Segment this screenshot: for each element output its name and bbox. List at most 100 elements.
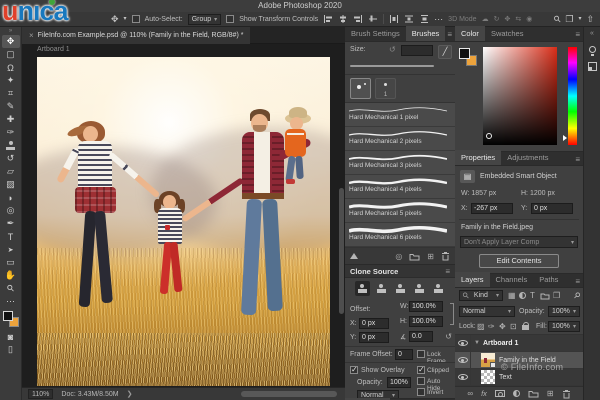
- history-brush-tool[interactable]: ↺: [2, 152, 20, 165]
- opacity-dropdown[interactable]: 100%▾: [548, 306, 580, 317]
- filter-adjustment-icon[interactable]: [519, 292, 526, 299]
- type-tool[interactable]: T: [2, 230, 20, 243]
- toolbar-collapse-icon[interactable]: »: [9, 28, 12, 35]
- align-center-icon[interactable]: [338, 14, 348, 24]
- foreground-color-swatch[interactable]: [3, 311, 13, 321]
- workspace-caret-icon[interactable]: ▾: [578, 14, 581, 24]
- layer-thumbnail[interactable]: [481, 353, 495, 367]
- learn-lightbulb-icon[interactable]: [589, 46, 596, 53]
- tab-brush-settings[interactable]: Brush Settings: [345, 26, 406, 41]
- color-picker-cursor[interactable]: [486, 133, 492, 139]
- fill-dropdown[interactable]: 100%▾: [548, 321, 580, 332]
- tab-swatches[interactable]: Swatches: [485, 26, 530, 41]
- auto-select-dropdown[interactable]: Group▾: [188, 14, 221, 25]
- move-tool-icon[interactable]: ✥: [111, 14, 119, 24]
- lock-position-icon[interactable]: ✥: [499, 322, 506, 331]
- panel-menu-icon[interactable]: ≡: [575, 30, 580, 39]
- expand-dock-icon[interactable]: «: [590, 30, 594, 37]
- filter-shape-icon[interactable]: [540, 292, 550, 300]
- visibility-toggle[interactable]: [455, 335, 471, 351]
- layer-filter-kind-dropdown[interactable]: ⚲Kind▾: [459, 290, 503, 301]
- tab-adjustments[interactable]: Adjustments: [501, 150, 554, 165]
- clone-y-input[interactable]: [359, 332, 389, 343]
- crop-tool[interactable]: ⌗: [2, 87, 20, 100]
- share-icon[interactable]: ⇧: [586, 14, 594, 24]
- tab-channels[interactable]: Channels: [490, 272, 534, 287]
- quick-selection-tool[interactable]: ✦: [2, 74, 20, 87]
- new-group-folder-icon[interactable]: [409, 252, 420, 261]
- dodge-tool[interactable]: ◎: [2, 204, 20, 217]
- quick-mask-icon[interactable]: ◙: [2, 330, 20, 343]
- filter-type-icon[interactable]: T: [530, 291, 535, 300]
- color-swatches-widget[interactable]: [3, 311, 19, 327]
- layer-row-artboard[interactable]: ▼ Artboard 1: [455, 335, 583, 352]
- brush-preview-toggle-icon[interactable]: ╱: [438, 45, 452, 59]
- show-overlay-checkbox[interactable]: [350, 366, 358, 374]
- canvas-vertical-scrollbar[interactable]: [339, 74, 344, 374]
- status-chevron-icon[interactable]: ❯: [127, 390, 133, 398]
- brush-tip-thumbnail[interactable]: [350, 78, 371, 99]
- adjustment-layer-icon[interactable]: [513, 390, 520, 397]
- panel-menu-icon[interactable]: ≡: [575, 277, 580, 286]
- brush-reset-icon[interactable]: ↺: [389, 45, 396, 54]
- lock-artboard-icon[interactable]: ⊡: [510, 322, 517, 331]
- clone-h-input[interactable]: [409, 316, 443, 327]
- clone-source-slot-5[interactable]: [431, 281, 446, 296]
- new-layer-icon[interactable]: ⊞: [547, 389, 554, 398]
- artboard-label[interactable]: Artboard 1: [37, 46, 70, 53]
- frame-offset-input[interactable]: [395, 349, 413, 360]
- show-transform-checkbox[interactable]: [226, 15, 234, 23]
- blend-mode-dropdown[interactable]: Normal▾: [459, 306, 515, 317]
- clone-x-input[interactable]: [359, 318, 389, 329]
- screen-mode-icon[interactable]: ▯: [2, 343, 20, 356]
- clone-stamp-tool[interactable]: [2, 139, 20, 152]
- canvas-pasteboard[interactable]: Artboard 1: [22, 44, 345, 387]
- panel-menu-icon[interactable]: ≡: [445, 267, 450, 276]
- tab-layers[interactable]: Layers: [455, 272, 490, 287]
- visibility-toggle[interactable]: [455, 369, 471, 385]
- visibility-toggle[interactable]: [455, 352, 471, 368]
- link-wh-icon[interactable]: [450, 303, 454, 325]
- add-mask-icon[interactable]: [495, 390, 505, 397]
- align-left-icon[interactable]: [323, 14, 333, 24]
- clone-angle-input[interactable]: [409, 331, 433, 342]
- clone-source-slot-4[interactable]: [412, 281, 427, 296]
- move-tool[interactable]: ✥: [2, 35, 20, 48]
- edit-contents-button[interactable]: Edit Contents: [479, 254, 559, 268]
- lock-frame-checkbox[interactable]: [417, 350, 425, 358]
- clone-w-input[interactable]: [409, 301, 443, 312]
- brush-list-item[interactable]: Hard Mechanical 1 pixel: [345, 103, 455, 127]
- clipped-checkbox[interactable]: [417, 366, 425, 374]
- foreground-color-swatch[interactable]: [459, 48, 470, 59]
- delete-brush-icon[interactable]: [441, 251, 450, 261]
- tool-preset-caret-icon[interactable]: ▾: [124, 14, 127, 24]
- brush-list-item[interactable]: Hard Mechanical 3 pixels: [345, 151, 455, 175]
- prop-x-input[interactable]: [471, 203, 513, 214]
- expand-chevron-icon[interactable]: ▼: [474, 340, 480, 346]
- distribute-right-icon[interactable]: [419, 14, 429, 24]
- tab-paths[interactable]: Paths: [533, 272, 564, 287]
- filter-pin-icon[interactable]: ⚲: [572, 290, 583, 301]
- brush-list-item[interactable]: Hard Mechanical 5 pixels: [345, 199, 455, 223]
- new-brush-icon[interactable]: ⊞: [427, 252, 434, 261]
- panel-menu-icon[interactable]: ≡: [575, 155, 580, 164]
- layer-thumbnail[interactable]: [481, 370, 495, 384]
- eraser-tool[interactable]: ▱: [2, 165, 20, 178]
- brush-list-item[interactable]: Hard Mechanical 2 pixels: [345, 127, 455, 151]
- zoom-level-field[interactable]: 110%: [28, 389, 53, 399]
- auto-hide-checkbox[interactable]: [417, 377, 425, 385]
- eyedropper-tool[interactable]: ✎: [2, 100, 20, 113]
- hue-slider[interactable]: [568, 47, 577, 145]
- invert-checkbox[interactable]: [417, 388, 425, 396]
- reset-transform-icon[interactable]: ↺: [445, 332, 452, 341]
- brush-size-slider[interactable]: [350, 65, 434, 67]
- brush-list-item[interactable]: Hard Mechanical 6 pixels: [345, 223, 455, 247]
- auto-select-checkbox[interactable]: [132, 15, 140, 23]
- document-tab[interactable]: × FileInfo.com Example.psd @ 110% (Famil…: [22, 27, 250, 44]
- tab-color[interactable]: Color: [455, 26, 485, 41]
- brush-tip-thumbnail[interactable]: 1: [375, 78, 396, 99]
- lock-all-icon[interactable]: [522, 325, 529, 330]
- distribute-left-icon[interactable]: [389, 14, 399, 24]
- more-options-icon[interactable]: ⋯: [434, 14, 443, 24]
- overlay-opacity-input[interactable]: [387, 377, 411, 388]
